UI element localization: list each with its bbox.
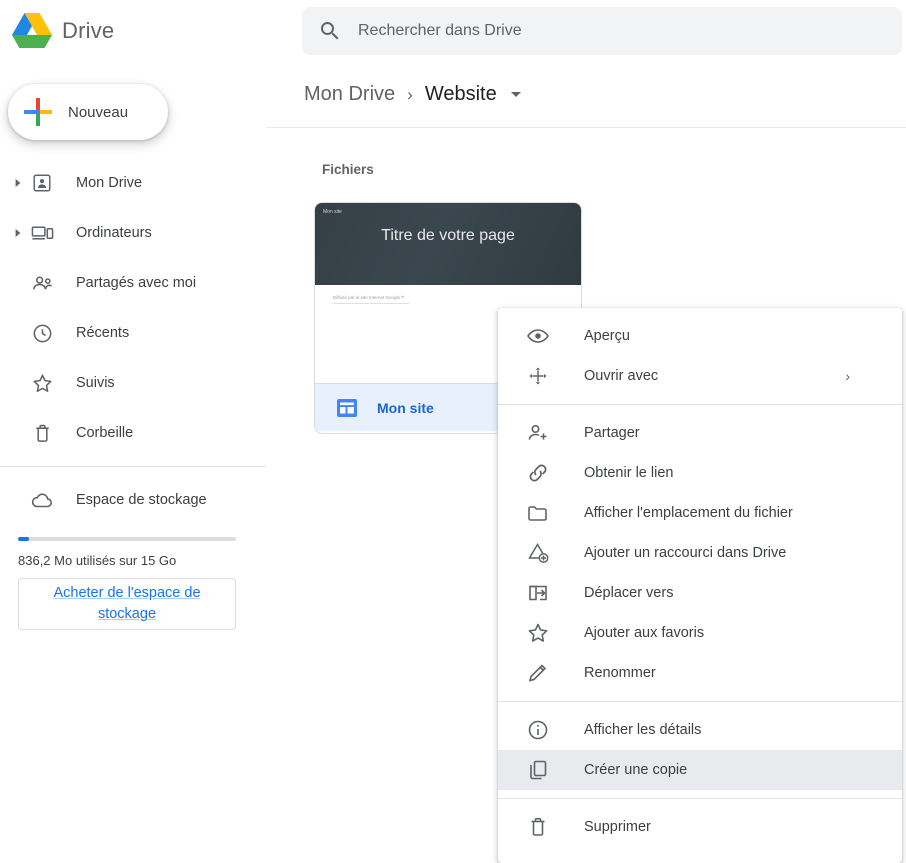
trash-icon — [526, 815, 550, 839]
star-icon — [30, 371, 54, 395]
menu-item-label: Créer une copie — [584, 762, 688, 778]
new-button-label: Nouveau — [68, 103, 129, 121]
drive-triangle-logo — [8, 10, 56, 52]
buy-storage-button[interactable]: Acheter de l'espace de stockage — [18, 578, 236, 630]
breadcrumb: Mon Drive › Website — [266, 62, 906, 128]
breadcrumb-root[interactable]: Mon Drive — [304, 83, 395, 106]
menu-item-label: Afficher les détails — [584, 722, 702, 738]
new-button[interactable]: Nouveau — [8, 84, 168, 140]
menu-item-label: Renommer — [584, 665, 656, 681]
open-with-icon — [526, 364, 550, 388]
menu-item-label: Ouvrir avec — [584, 368, 659, 384]
menu-item-apercu[interactable]: Aperçu — [498, 316, 902, 356]
menu-item-label: Obtenir le lien — [584, 465, 674, 481]
menu-item-label: Aperçu — [584, 328, 630, 344]
menu-divider — [498, 701, 902, 702]
star-icon — [526, 621, 550, 645]
sidebar-divider — [0, 466, 266, 467]
sidebar-item-label: Récents — [76, 325, 130, 341]
thumbnail-subtext: Diffusé par le site Internet Google™ — [333, 295, 405, 300]
cloud-icon — [30, 488, 54, 512]
expand-caret-icon[interactable] — [6, 179, 30, 187]
menu-divider — [498, 798, 902, 799]
brand[interactable]: Drive — [0, 10, 256, 52]
sidebar-item-partages-avec-moi[interactable]: Partagés avec moi — [0, 258, 266, 308]
menu-item-label: Partager — [584, 425, 640, 441]
my-drive-icon — [30, 171, 54, 195]
trash-icon — [30, 421, 54, 445]
menu-item-deplacer-vers[interactable]: Déplacer vers — [498, 573, 902, 613]
menu-item-supprimer[interactable]: Supprimer — [498, 807, 902, 847]
section-title-fichiers: Fichiers — [322, 162, 374, 177]
sidebar-item-mon-drive[interactable]: Mon Drive — [0, 158, 266, 208]
shared-with-me-icon — [30, 271, 54, 295]
google-sites-icon — [335, 396, 359, 420]
menu-item-creer-une-copie[interactable]: Créer une copie — [498, 750, 902, 790]
sidebar-item-suivis[interactable]: Suivis — [0, 358, 266, 408]
menu-item-afficher-les-details[interactable]: Afficher les détails — [498, 710, 902, 750]
breadcrumb-current[interactable]: Website — [425, 83, 497, 106]
person-add-icon — [526, 421, 550, 445]
menu-item-ajouter-raccourci[interactable]: Ajouter un raccourci dans Drive — [498, 533, 902, 573]
menu-item-obtenir-le-lien[interactable]: Obtenir le lien — [498, 453, 902, 493]
link-icon — [526, 461, 550, 485]
sidebar: Nouveau Mon Drive Ordinateurs Partagés a… — [0, 62, 266, 863]
menu-divider — [498, 404, 902, 405]
sidebar-item-espace-de-stockage[interactable]: Espace de stockage — [0, 475, 266, 525]
app-header: Drive — [0, 0, 906, 63]
sidebar-item-label: Mon Drive — [76, 175, 143, 191]
sidebar-item-label: Ordinateurs — [76, 225, 152, 241]
search-icon — [318, 19, 342, 43]
plus-icon — [22, 96, 54, 128]
storage-progress-bar — [18, 537, 236, 541]
buy-storage-label: Acheter de l'espace de stockage — [53, 585, 201, 622]
thumbnail-rule — [333, 303, 409, 304]
sidebar-item-label: Corbeille — [76, 425, 134, 441]
sidebar-item-corbeille[interactable]: Corbeille — [0, 408, 266, 458]
menu-item-afficher-emplacement[interactable]: Afficher l'emplacement du fichier — [498, 493, 902, 533]
sidebar-item-recents[interactable]: Récents — [0, 308, 266, 358]
menu-item-label: Ajouter un raccourci dans Drive — [584, 545, 787, 561]
copy-icon — [526, 758, 550, 782]
context-menu: Aperçu Ouvrir avec › Partager Obtenir le… — [498, 308, 902, 863]
brand-title: Drive — [62, 18, 115, 43]
menu-item-renommer[interactable]: Renommer — [498, 653, 902, 693]
search-bar[interactable] — [302, 7, 902, 55]
storage-progress-fill — [18, 537, 29, 541]
thumbnail-title: Titre de votre page — [381, 227, 515, 244]
menu-item-label: Supprimer — [584, 819, 651, 835]
expand-caret-icon[interactable] — [6, 229, 30, 237]
sidebar-item-label: Espace de stockage — [76, 492, 207, 508]
menu-item-label: Afficher l'emplacement du fichier — [584, 505, 793, 521]
sidebar-nav: Mon Drive Ordinateurs Partagés avec moi … — [0, 158, 266, 630]
computers-icon — [30, 221, 54, 245]
move-to-icon — [526, 581, 550, 605]
menu-item-ouvrir-avec[interactable]: Ouvrir avec › — [498, 356, 902, 396]
eye-icon — [526, 324, 550, 348]
file-card-name: Mon site — [377, 399, 434, 416]
pencil-icon — [526, 661, 550, 685]
search-input[interactable] — [356, 21, 886, 41]
sidebar-item-label: Partagés avec moi — [76, 275, 197, 291]
shortcut-add-icon — [526, 541, 550, 565]
thumbnail-small-label: Mon site — [323, 209, 342, 215]
breadcrumb-separator: › — [407, 84, 413, 104]
folder-icon — [526, 501, 550, 525]
recent-clock-icon — [30, 321, 54, 345]
info-icon — [526, 718, 550, 742]
submenu-chevron-icon: › — [845, 368, 850, 384]
menu-item-ajouter-aux-favoris[interactable]: Ajouter aux favoris — [498, 613, 902, 653]
sidebar-item-label: Suivis — [76, 375, 115, 391]
menu-item-label: Déplacer vers — [584, 585, 674, 601]
chevron-down-icon[interactable] — [510, 92, 521, 97]
storage-usage-text: 836,2 Mo utilisés sur 15 Go — [18, 553, 177, 568]
sidebar-item-ordinateurs[interactable]: Ordinateurs — [0, 208, 266, 258]
menu-item-label: Ajouter aux favoris — [584, 625, 705, 641]
menu-item-partager[interactable]: Partager — [498, 413, 902, 453]
